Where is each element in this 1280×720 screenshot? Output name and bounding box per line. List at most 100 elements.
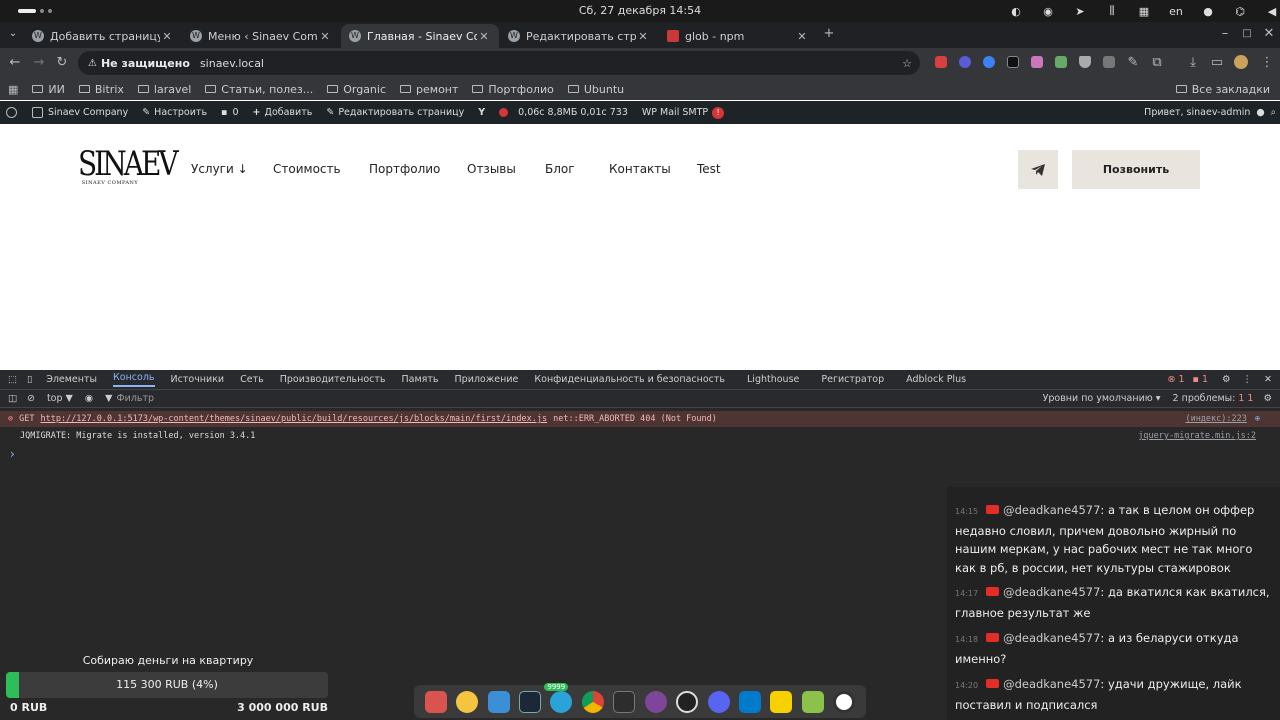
- call-button[interactable]: Позвонить: [1072, 150, 1200, 189]
- devtools-tab[interactable]: Adblock Plus: [906, 374, 966, 385]
- close-icon[interactable]: ✕: [795, 30, 809, 43]
- context-selector[interactable]: top ▼: [47, 393, 73, 404]
- ubuntu-icon[interactable]: [833, 690, 856, 713]
- ai-explain-icon[interactable]: ⊕: [1255, 414, 1260, 424]
- devtools-tab[interactable]: Производительность: [280, 374, 386, 385]
- browser-tab-active[interactable]: W Главная - Sinaev Company ✕: [341, 24, 499, 48]
- vscode-icon[interactable]: [738, 690, 761, 713]
- nav-item-test[interactable]: Test: [697, 162, 721, 176]
- tray-app-icon[interactable]: ◐: [1000, 5, 1032, 18]
- console-prompt[interactable]: ›: [10, 447, 15, 461]
- extension-icon[interactable]: [1007, 56, 1019, 68]
- tor-icon[interactable]: [644, 690, 667, 713]
- close-icon[interactable]: ✕: [160, 30, 174, 43]
- error-url-link[interactable]: http://127.0.0.1:5173/wp-content/themes/…: [40, 414, 547, 424]
- settings-gear-icon[interactable]: ⚙: [1222, 374, 1231, 385]
- apps-grid-icon[interactable]: ▦: [8, 83, 18, 96]
- chrome-icon[interactable]: [581, 690, 604, 713]
- bookmark-folder[interactable]: Ubuntu: [567, 83, 624, 96]
- tab-search-icon[interactable]: ▭: [1208, 54, 1226, 72]
- terminal-icon[interactable]: [613, 690, 636, 713]
- devtools-tab[interactable]: Регистратор: [821, 374, 884, 385]
- minimize-icon[interactable]: –: [1216, 25, 1234, 43]
- forward-icon[interactable]: →: [30, 54, 48, 72]
- microphone-icon[interactable]: ●: [1192, 5, 1224, 18]
- shield-extension-icon[interactable]: [1079, 56, 1091, 68]
- maximize-icon[interactable]: □: [1238, 25, 1256, 43]
- tab-search-chevron-icon[interactable]: ⌄: [4, 25, 22, 43]
- site-logo[interactable]: SINAEV SINAEV COMPANY: [78, 144, 179, 190]
- beekeeper-icon[interactable]: [770, 690, 793, 713]
- console-settings-icon[interactable]: ⚙: [1263, 393, 1272, 404]
- all-bookmarks[interactable]: Все закладки: [1175, 83, 1270, 96]
- extension-icon[interactable]: [1055, 56, 1067, 68]
- telegram-tray-icon[interactable]: ➤: [1064, 5, 1096, 18]
- bookmark-folder[interactable]: Портфолио: [472, 83, 554, 96]
- nav-item-reviews[interactable]: Отзывы: [467, 162, 516, 176]
- log-source-link[interactable]: jquery-migrate.min.js:2: [1138, 431, 1256, 441]
- nav-item-contacts[interactable]: Контакты: [609, 162, 671, 176]
- close-window-icon[interactable]: ✕: [1260, 25, 1278, 43]
- browser-tab[interactable]: glob - npm ✕: [659, 24, 817, 48]
- devtools-tab[interactable]: Источники: [171, 374, 225, 385]
- devtools-tab[interactable]: Сеть: [240, 374, 264, 385]
- extension-icon[interactable]: [1031, 56, 1043, 68]
- wp-add-new-link[interactable]: + Добавить: [253, 107, 313, 118]
- devtools-tab[interactable]: Приложение: [455, 374, 519, 385]
- devtools-more-icon[interactable]: ⋮: [1243, 374, 1253, 385]
- bookmark-folder[interactable]: ремонт: [400, 83, 458, 96]
- devtools-tab[interactable]: Память: [402, 374, 439, 385]
- files-icon[interactable]: [424, 690, 447, 713]
- close-icon[interactable]: ✕: [477, 30, 491, 43]
- bookmark-folder[interactable]: laravel: [137, 83, 191, 96]
- nav-item-blog[interactable]: Блог: [545, 162, 575, 176]
- network-icon[interactable]: ⌬: [1224, 5, 1256, 18]
- devtools-tab[interactable]: Lighthouse: [747, 374, 799, 385]
- log-levels-dropdown[interactable]: Уровни по умолчанию ▾: [1043, 393, 1161, 404]
- warning-icon[interactable]: ⚠: [88, 58, 97, 69]
- error-counter[interactable]: ⊗ 1: [1167, 374, 1184, 385]
- extension-icon[interactable]: [983, 56, 995, 68]
- wp-comments-link[interactable]: ▪ 0: [221, 107, 239, 118]
- nav-item-services[interactable]: Услуги ↓: [191, 162, 248, 176]
- reload-icon[interactable]: ↻: [53, 54, 71, 72]
- clear-console-icon[interactable]: ⊘: [27, 393, 35, 404]
- download-icon[interactable]: ⤓: [1184, 54, 1202, 72]
- url-text[interactable]: sinaev.local: [200, 57, 264, 70]
- nav-item-pricing[interactable]: Стоимость: [273, 162, 341, 176]
- browser-tab[interactable]: W Редактировать страницу ‹ ✕: [500, 24, 658, 48]
- bookmark-star-icon[interactable]: ☆: [902, 57, 912, 70]
- telegram-button[interactable]: [1018, 150, 1058, 189]
- issue-counter[interactable]: ▪ 1: [1192, 374, 1208, 385]
- bookmark-folder[interactable]: Статьи, полез...: [205, 83, 313, 96]
- eye-icon[interactable]: ◉: [85, 393, 93, 404]
- wp-account-menu[interactable]: Привет, sinaev-admin ●: [1144, 107, 1265, 118]
- adblock-extension-icon[interactable]: [935, 56, 947, 68]
- tray-app-icon[interactable]: ▦: [1128, 5, 1160, 18]
- bookmark-folder[interactable]: ИИ: [32, 83, 65, 96]
- new-tab-icon[interactable]: +: [820, 25, 838, 43]
- address-bar[interactable]: ⚠ Не защищено sinaev.local ☆: [78, 51, 920, 75]
- device-toolbar-icon[interactable]: ▯: [27, 374, 32, 385]
- telegram-icon[interactable]: 9999: [544, 682, 573, 713]
- search-icon[interactable]: ⌕: [1271, 107, 1276, 118]
- devtools-tab-active[interactable]: Консоль: [113, 372, 155, 387]
- extension-icon[interactable]: [1103, 56, 1115, 68]
- close-icon[interactable]: ✕: [636, 30, 650, 43]
- equalizer-icon[interactable]: ⫼: [1096, 4, 1128, 18]
- pen-extension-icon[interactable]: ✎: [1124, 54, 1142, 72]
- text-editor-icon[interactable]: [487, 690, 510, 713]
- devtools-tab[interactable]: Элементы: [46, 374, 97, 385]
- trash-icon[interactable]: [801, 690, 824, 713]
- browser-menu-icon[interactable]: ⋮: [1258, 54, 1276, 72]
- rhythmbox-icon[interactable]: [456, 690, 479, 713]
- close-devtools-icon[interactable]: ✕: [1264, 374, 1272, 385]
- extensions-puzzle-icon[interactable]: ⧉: [1148, 54, 1166, 72]
- error-source-link[interactable]: (индекс):223: [1185, 414, 1246, 424]
- wordpress-logo-icon[interactable]: [6, 107, 22, 118]
- discord-icon[interactable]: [707, 690, 730, 713]
- security-label[interactable]: Не защищено: [101, 57, 190, 70]
- back-icon[interactable]: ←: [6, 54, 24, 72]
- yoast-icon[interactable]: Y: [478, 107, 485, 118]
- console-filter-input[interactable]: Фильтр: [116, 393, 1016, 404]
